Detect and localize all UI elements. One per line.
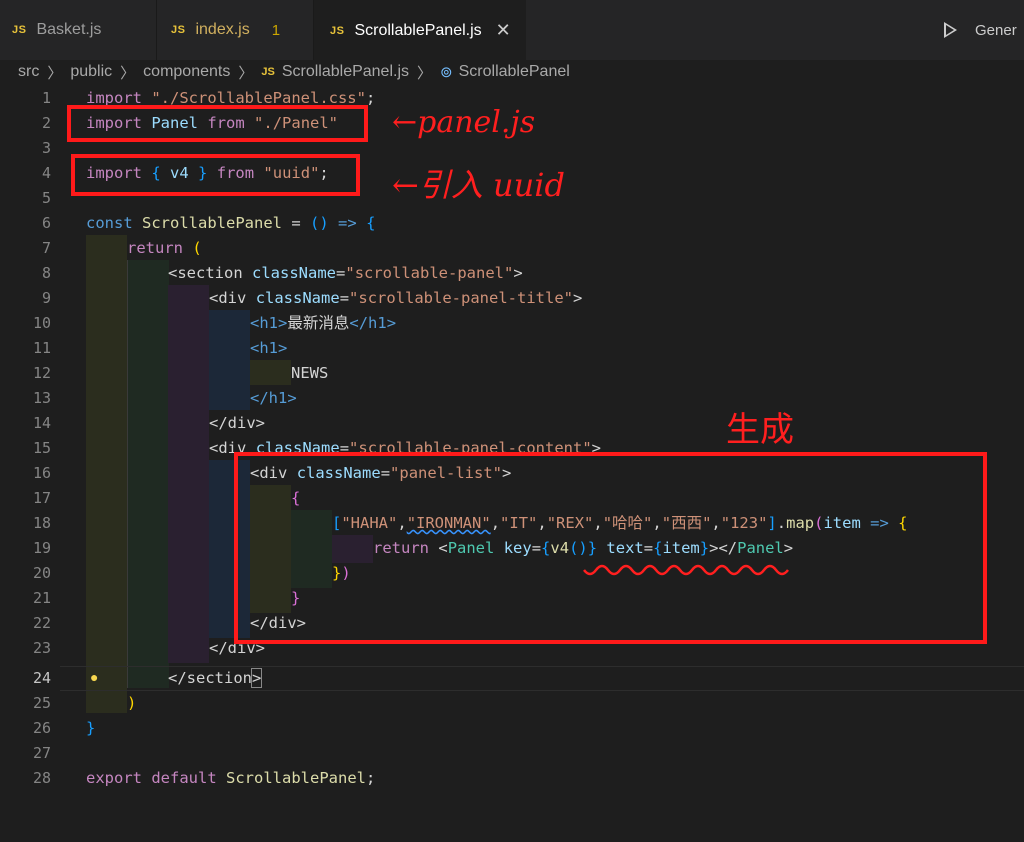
annotation-box-import-uuid [71, 154, 360, 196]
problems-count-badge: 1 [271, 21, 281, 39]
chevron-right-icon: 〉 [417, 64, 433, 82]
line-number: 10 [32, 314, 51, 332]
code-line-7: return ( [127, 239, 202, 257]
code-line-12: NEWS [291, 364, 329, 382]
lightbulb-icon[interactable]: ● [90, 669, 98, 685]
line-number: 17 [32, 489, 51, 507]
breadcrumb-src[interactable]: src [18, 63, 39, 81]
line-number: 25 [32, 694, 51, 712]
line-number: 19 [32, 539, 51, 557]
chevron-right-icon: 〉 [120, 64, 136, 82]
line-number: 7 [41, 239, 51, 257]
indent-guide-level-4 [209, 310, 250, 410]
js-file-icon: JS [330, 24, 345, 37]
run-label: Gener [975, 21, 1017, 39]
line-number: 27 [32, 744, 51, 762]
line-number: 13 [32, 389, 51, 407]
indent-guide-level-2 [127, 260, 169, 688]
close-icon[interactable]: ✕ [496, 20, 511, 41]
annotation-note-generate: 生成 [726, 410, 794, 450]
indent-guide-level-5 [250, 360, 291, 385]
code-line-28: export default ScrollablePanel; [86, 769, 376, 787]
line-number: 8 [41, 264, 51, 282]
js-file-icon: JS [261, 66, 275, 78]
line-number: 14 [32, 414, 51, 432]
code-line-14: </div> [209, 414, 266, 432]
code-line-24: </section> [168, 668, 263, 688]
symbol-icon: ⊚ [440, 64, 453, 81]
line-number: 11 [32, 339, 51, 357]
code-line-6: const ScrollablePanel = () => { [86, 214, 376, 232]
chevron-right-icon: 〉 [47, 64, 63, 82]
breadcrumb-symbol[interactable]: ScrollablePanel [459, 63, 570, 81]
tab-label: Basket.js [36, 21, 102, 38]
line-number: 4 [41, 164, 51, 182]
line-number: 23 [32, 639, 51, 657]
code-line-11: <h1> [250, 339, 288, 357]
annotation-note-uuid: ←引入 uuid [392, 166, 565, 204]
tab-label: ScrollablePanel.js [354, 21, 482, 39]
line-number: 9 [41, 289, 51, 307]
annotation-note-panel: ←panel.js [392, 105, 536, 140]
line-number: 16 [32, 464, 51, 482]
tab-index-js[interactable]: JS index.js 1 [157, 0, 313, 60]
indent-guide-level-3 [168, 285, 209, 663]
code-line-13: </h1> [250, 389, 297, 407]
breadcrumb-public[interactable]: public [70, 63, 112, 81]
line-number: 28 [32, 769, 51, 787]
breadcrumb: src 〉 public 〉 components 〉 JS Scrollabl… [0, 60, 1024, 84]
line-number: 20 [32, 564, 51, 582]
tab-scrollablepanel-js[interactable]: JS ScrollablePanel.js ✕ [314, 0, 526, 60]
annotation-box-panel-list [234, 452, 987, 644]
code-line-10: <h1>最新消息</h1> [250, 314, 397, 332]
code-line-26: } [86, 719, 96, 737]
play-icon [944, 22, 957, 38]
indent-guide-level-1 [86, 235, 127, 713]
line-number: 5 [41, 189, 51, 207]
line-number: 6 [41, 214, 51, 232]
chevron-right-icon: 〉 [238, 64, 254, 82]
line-number: 12 [32, 364, 51, 382]
tab-basket-js[interactable]: JS Basket.js [0, 0, 156, 60]
js-file-icon: JS [171, 24, 186, 36]
line-number-current: 24 [32, 669, 51, 687]
code-line-25: ) [127, 694, 137, 712]
tab-bar: JS Basket.js JS index.js 1 JS Scrollable… [0, 0, 1024, 60]
js-file-icon: JS [12, 24, 27, 36]
line-number: 18 [32, 514, 51, 532]
line-number: 1 [41, 89, 51, 107]
line-number: 26 [32, 719, 51, 737]
breadcrumb-components[interactable]: components [143, 63, 230, 81]
code-line-9: <div className="scrollable-panel-title"> [209, 289, 583, 307]
code-line-8: <section className="scrollable-panel"> [168, 264, 523, 282]
breadcrumb-file[interactable]: ScrollablePanel.js [282, 63, 409, 81]
code-editor[interactable]: 1 2 3 4 5 6 7 8 9 10 11 12 13 14 15 16 1… [0, 84, 1024, 842]
annotation-box-import-panel [67, 105, 368, 142]
line-number: 15 [32, 439, 51, 457]
annotation-squiggle [583, 564, 789, 576]
line-number: 3 [41, 139, 51, 157]
line-number: 21 [32, 589, 51, 607]
line-number: 22 [32, 614, 51, 632]
line-number: 2 [41, 114, 51, 132]
tab-label: index.js [195, 21, 250, 38]
run-button[interactable]: Gener [944, 0, 1017, 60]
